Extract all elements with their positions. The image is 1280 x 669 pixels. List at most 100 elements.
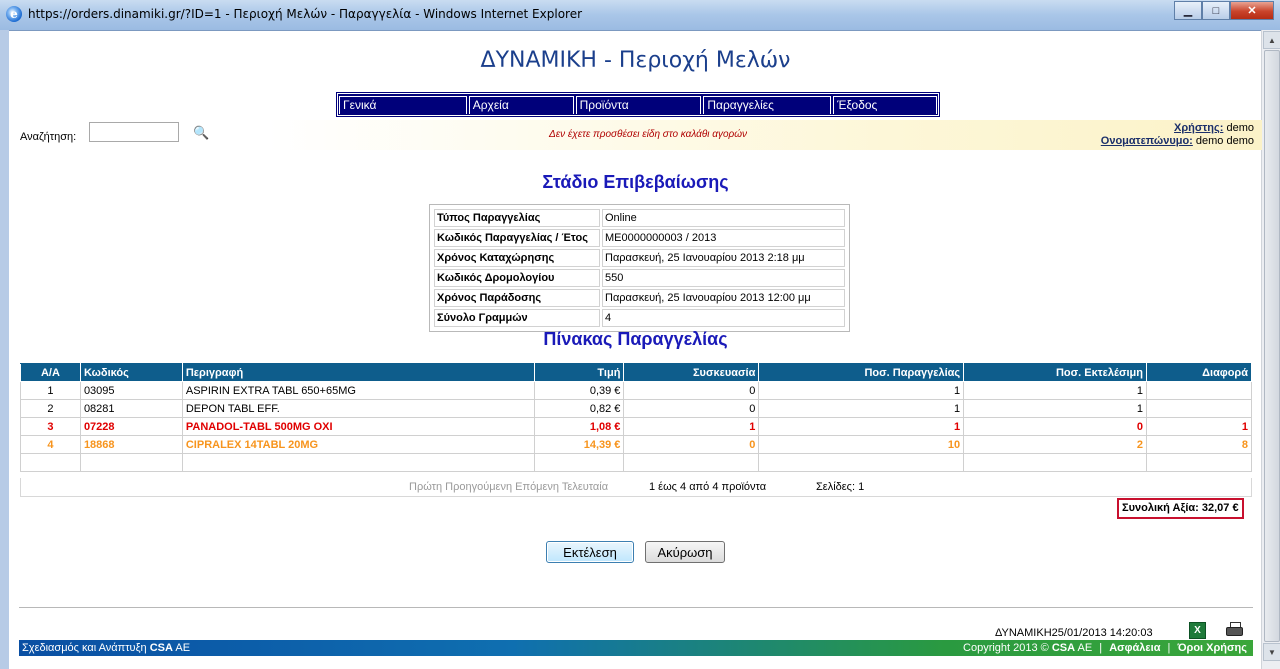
cell-pack: 1 — [623, 417, 760, 436]
search-input[interactable] — [89, 122, 179, 142]
order-info-row: Κωδικός Παραγγελίας / Έτος ΜΕ0000000003 /… — [434, 229, 845, 247]
window-controls: ▁ □ ✕ — [1174, 1, 1274, 20]
table-pager: Πρώτη Προηγούμενη Επόμενη Τελευταία 1 έω… — [20, 478, 1252, 497]
order-info-key: Κωδικός Δρομολογίου — [434, 269, 600, 287]
execute-button[interactable]: Εκτέλεση — [546, 541, 634, 563]
footer-divider: | — [1167, 642, 1171, 654]
binoculars-icon[interactable]: 🔍 — [193, 125, 209, 141]
page-footer: Σχεδιασμός και Ανάπτυξη CSA AE Copyright… — [19, 640, 1253, 656]
menu-item-general[interactable]: Γενικά — [339, 96, 467, 114]
cell-qty-exec: 2 — [963, 435, 1147, 454]
table-row: 3 07228 PANADOL-TABL 500MG OXI 1,08 € 1 … — [20, 417, 1252, 436]
menu-item-products[interactable]: Προϊόντα — [575, 96, 702, 114]
scroll-down-arrow-icon[interactable]: ▼ — [1263, 643, 1280, 661]
column-header[interactable]: Συσκευασία — [623, 363, 760, 382]
cell-aa: 4 — [20, 435, 81, 454]
search-bar: Αναζήτηση: 🔍 Δεν έχετε προσθέσει είδη στ… — [19, 120, 1262, 150]
cancel-button[interactable]: Ακύρωση — [645, 541, 725, 563]
window-title: https://orders.dinamiki.gr/?ID=1 - Περιο… — [28, 7, 583, 21]
footer-copyright-brand: CSA — [1051, 642, 1076, 654]
cell-pack: 0 — [623, 399, 760, 418]
table-row: 2 08281 DEPON TABL EFF. 0,82 € 0 1 1 — [20, 399, 1252, 418]
column-header[interactable]: Ποσ. Παραγγελίας — [758, 363, 965, 382]
cell-description: DEPON TABL EFF. — [181, 399, 535, 418]
scrollbar-thumb[interactable] — [1264, 50, 1280, 642]
cell-code: 03095 — [79, 381, 183, 400]
divider — [19, 607, 1253, 608]
cell-pack: 0 — [623, 381, 760, 400]
user-label[interactable]: Χρήστης: — [1174, 122, 1223, 134]
order-info-key: Τύπος Παραγγελίας — [434, 209, 600, 227]
scroll-up-arrow-icon[interactable]: ▲ — [1263, 31, 1280, 49]
cell-pack: 0 — [623, 435, 760, 454]
cell-price: 14,39 € — [533, 435, 625, 454]
order-info-row: Χρόνος Παράδοσης Παρασκευή, 25 Ιανουαρίου… — [434, 289, 845, 307]
cell-aa: 1 — [20, 381, 81, 400]
table-row: 1 03095 ASPIRIN EXTRA TABL 650+65MG 0,39… — [20, 381, 1252, 400]
cell-qty-exec: 0 — [963, 417, 1147, 436]
cell-description: ASPIRIN EXTRA TABL 650+65MG — [181, 381, 535, 400]
column-header[interactable]: Περιγραφή — [181, 363, 535, 382]
cell-diff: 8 — [1146, 435, 1252, 454]
table-row: 4 18868 CIPRALEX 14TABL 20MG 14,39 € 0 1… — [20, 435, 1252, 454]
cell-code: 08281 — [79, 399, 183, 418]
minimize-button[interactable]: ▁ — [1174, 1, 1202, 20]
cell-qty-order: 10 — [758, 435, 965, 454]
order-table-title: Πίνακας Παραγγελίας — [543, 329, 728, 349]
menu-item-files[interactable]: Αρχεία — [468, 96, 574, 114]
column-header[interactable]: Α/Α — [20, 363, 81, 382]
footer-brand-suffix: AE — [175, 642, 191, 654]
close-button[interactable]: ✕ — [1230, 1, 1274, 20]
order-info-row: Κωδικός Δρομολογίου 550 — [434, 269, 845, 287]
cell-price: 0,82 € — [533, 399, 625, 418]
cell-price: 1,08 € — [533, 417, 625, 436]
column-header[interactable]: Τιμή — [533, 363, 625, 382]
maximize-button[interactable]: □ — [1202, 1, 1230, 20]
order-info-value: Παρασκευή, 25 Ιανουαρίου 2013 12:00 μμ — [602, 289, 845, 307]
internet-explorer-icon: e — [6, 6, 22, 22]
menu-item-exit[interactable]: Έξοδος — [833, 96, 938, 114]
cell-qty-exec: 1 — [963, 399, 1147, 418]
order-info-value: 4 — [602, 309, 845, 327]
order-info-row: Τύπος Παραγγελίας Online — [434, 209, 845, 227]
cell-aa: 3 — [20, 417, 81, 436]
footer-link-security[interactable]: Ασφάλεια — [1109, 642, 1160, 654]
order-info-key: Κωδικός Παραγγελίας / Έτος — [434, 229, 600, 247]
cell-qty-exec: 1 — [963, 381, 1147, 400]
site-title: ΔΥΝΑΜΙΚΗ - Περιοχή Μελών — [480, 48, 791, 73]
table-row-empty — [20, 453, 1252, 472]
main-menu: Γενικά Αρχεία Προϊόντα Παραγγελίες Έξοδο… — [336, 92, 940, 117]
footer-credits-text: Σχεδιασμός και Ανάπτυξη — [22, 642, 147, 654]
order-info-value: Online — [602, 209, 845, 227]
order-info-box: Τύπος Παραγγελίας Online Κωδικός Παραγγελ… — [429, 204, 850, 332]
cell-diff — [1146, 399, 1252, 418]
pager-count: 1 έως 4 από 4 προϊόντα — [649, 481, 767, 493]
cell-qty-order: 1 — [758, 381, 965, 400]
footer-divider: | — [1099, 642, 1103, 654]
excel-export-icon[interactable]: X — [1189, 622, 1206, 639]
user-value: demo — [1226, 122, 1254, 134]
column-header[interactable]: Κωδικός — [79, 363, 183, 382]
page-content: ΔΥΝΑΜΙΚΗ - Περιοχή Μελών Γενικά Αρχεία Π… — [9, 30, 1262, 669]
footer-credits: Σχεδιασμός και Ανάπτυξη CSA AE — [22, 640, 190, 656]
pager-pages: Σελίδες: 1 — [816, 481, 865, 493]
vertical-scrollbar[interactable]: ▲ ▼ — [1261, 30, 1280, 669]
cell-code: 07228 — [79, 417, 183, 436]
footer-copyright-suffix: AE — [1077, 642, 1093, 654]
fullname-label[interactable]: Ονοματεπώνυμο: — [1101, 135, 1193, 147]
user-info: Χρήστης: demo Ονοματεπώνυμο: demo demo — [1101, 122, 1254, 148]
printer-icon[interactable] — [1226, 622, 1243, 636]
table-header-row: Α/Α Κωδικός Περιγραφή Τιμή Συσκευασία Πο… — [20, 363, 1252, 382]
column-header[interactable]: Διαφορά — [1146, 363, 1252, 382]
order-info-value: ΜΕ0000000003 / 2013 — [602, 229, 845, 247]
menu-item-orders[interactable]: Παραγγελίες — [703, 96, 832, 114]
order-info-row: Χρόνος Καταχώρησης Παρασκευή, 25 Ιανουαρί… — [434, 249, 845, 267]
search-label: Αναζήτηση: — [20, 131, 77, 143]
timestamp: ΔΥΝΑΜΙΚΗ25/01/2013 14:20:03 — [995, 627, 1153, 639]
footer-right: Copyright 2013 © CSA AE | Ασφάλεια | Όρο… — [963, 640, 1247, 656]
pager-navigation[interactable]: Πρώτη Προηγούμενη Επόμενη Τελευταία — [409, 481, 608, 493]
footer-link-terms[interactable]: Όροι Χρήσης — [1177, 642, 1247, 654]
order-info-value: 550 — [602, 269, 845, 287]
column-header[interactable]: Ποσ. Εκτελέσιμη — [963, 363, 1147, 382]
window-frame-left — [0, 30, 9, 669]
